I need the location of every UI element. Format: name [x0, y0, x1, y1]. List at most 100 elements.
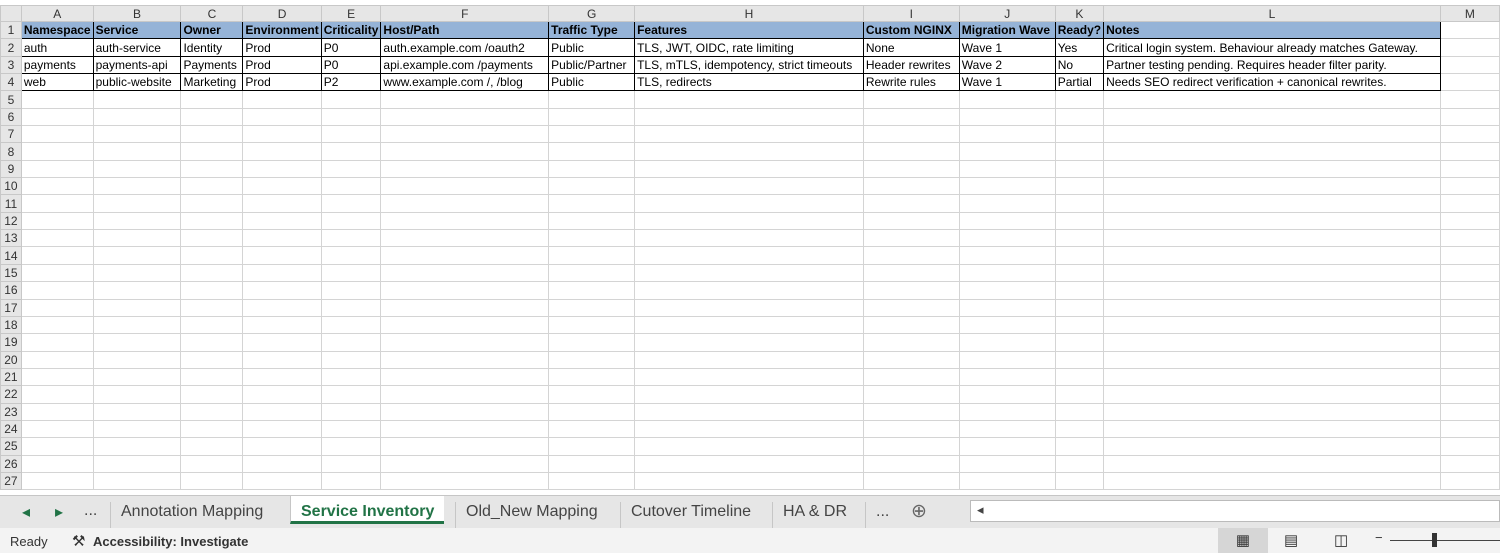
cell[interactable]	[1439, 367, 1500, 387]
row-header[interactable]: 2	[0, 38, 22, 57]
cell[interactable]	[548, 315, 636, 335]
row-header[interactable]: 19	[0, 333, 22, 352]
cell[interactable]	[1103, 194, 1441, 213]
cell[interactable]	[862, 159, 960, 179]
cell[interactable]	[862, 263, 960, 283]
cell[interactable]	[1054, 159, 1105, 179]
cell[interactable]	[1439, 437, 1500, 456]
cell[interactable]	[862, 90, 960, 109]
cell[interactable]	[320, 385, 382, 404]
normal-view-icon[interactable]: ▦	[1218, 528, 1268, 553]
cell[interactable]	[242, 90, 322, 109]
cell[interactable]	[20, 107, 94, 127]
page-layout-view-icon[interactable]: ▤	[1284, 531, 1298, 549]
row-header[interactable]: 3	[0, 55, 22, 75]
cell[interactable]	[1103, 471, 1441, 491]
cell[interactable]	[1439, 125, 1500, 144]
cell[interactable]	[1054, 194, 1105, 213]
cell[interactable]	[958, 281, 1056, 300]
cell[interactable]	[1054, 419, 1105, 439]
column-header-F[interactable]: F	[380, 5, 550, 22]
cell[interactable]	[1054, 315, 1105, 335]
row-header[interactable]: 9	[0, 159, 22, 179]
cell[interactable]	[320, 194, 382, 213]
cell[interactable]	[380, 177, 550, 196]
cell[interactable]	[20, 350, 94, 369]
cell[interactable]	[1054, 229, 1105, 248]
cell[interactable]	[180, 281, 244, 300]
accessibility-status[interactable]: Accessibility: Investigate	[93, 534, 248, 549]
cell[interactable]	[958, 402, 1056, 421]
cell[interactable]	[548, 194, 636, 213]
cell[interactable]	[92, 281, 182, 300]
cell[interactable]	[634, 211, 864, 231]
cell[interactable]	[242, 125, 322, 144]
cell[interactable]	[380, 246, 550, 265]
cell[interactable]	[92, 454, 182, 473]
cell[interactable]	[20, 315, 94, 335]
cell[interactable]: www.example.com /, /blog	[380, 73, 550, 92]
cell[interactable]	[242, 177, 322, 196]
cell[interactable]	[180, 471, 244, 491]
cell[interactable]	[180, 315, 244, 335]
row-header[interactable]: 11	[0, 194, 22, 213]
scroll-arrow-left-icon[interactable]: ◂	[977, 502, 984, 518]
column-header-A[interactable]: A	[20, 5, 94, 22]
cell[interactable]: Criticality	[320, 20, 382, 40]
cell[interactable]	[862, 229, 960, 248]
cell[interactable]	[634, 471, 864, 491]
cell[interactable]	[242, 246, 322, 265]
cell[interactable]	[92, 229, 182, 248]
column-header-I[interactable]: I	[862, 5, 960, 22]
cell[interactable]	[862, 281, 960, 300]
cell[interactable]	[180, 90, 244, 109]
cell[interactable]: Migration Wave	[958, 20, 1056, 40]
cell[interactable]	[1439, 90, 1500, 109]
cell[interactable]	[1054, 211, 1105, 231]
cell[interactable]	[634, 454, 864, 473]
cell[interactable]	[1103, 367, 1441, 387]
cell[interactable]: Prod	[242, 73, 322, 92]
cell[interactable]	[242, 315, 322, 335]
cell[interactable]	[242, 402, 322, 421]
cell[interactable]	[1439, 454, 1500, 473]
cell[interactable]: Needs SEO redirect verification + canoni…	[1103, 73, 1441, 92]
cell[interactable]	[634, 194, 864, 213]
cell[interactable]: web	[20, 73, 94, 92]
cell[interactable]	[1103, 402, 1441, 421]
cell[interactable]	[320, 159, 382, 179]
cell[interactable]	[634, 142, 864, 161]
cell[interactable]: Header rewrites	[862, 55, 960, 75]
cell[interactable]	[1103, 107, 1441, 127]
cell[interactable]	[380, 471, 550, 491]
cell[interactable]	[1054, 350, 1105, 369]
cell[interactable]	[958, 437, 1056, 456]
cell[interactable]	[1054, 177, 1105, 196]
cell[interactable]	[1054, 142, 1105, 161]
cell[interactable]: Owner	[180, 20, 244, 40]
cell[interactable]	[1439, 246, 1500, 265]
cell[interactable]	[242, 385, 322, 404]
row-header[interactable]: 16	[0, 281, 22, 300]
cell[interactable]	[380, 90, 550, 109]
cell[interactable]	[958, 367, 1056, 387]
cell[interactable]	[20, 229, 94, 248]
cell[interactable]	[20, 159, 94, 179]
cell[interactable]	[958, 229, 1056, 248]
cell[interactable]	[958, 419, 1056, 439]
cell[interactable]	[958, 125, 1056, 144]
cell[interactable]	[548, 350, 636, 369]
cell[interactable]	[92, 125, 182, 144]
cell[interactable]	[320, 246, 382, 265]
column-header-B[interactable]: B	[92, 5, 182, 22]
cell[interactable]	[1103, 315, 1441, 335]
cell[interactable]	[380, 350, 550, 369]
cell[interactable]: TLS, redirects	[634, 73, 864, 92]
cell[interactable]	[180, 402, 244, 421]
cell[interactable]	[958, 454, 1056, 473]
cell[interactable]	[92, 315, 182, 335]
cell[interactable]: TLS, JWT, OIDC, rate limiting	[634, 38, 864, 57]
cell[interactable]	[1439, 471, 1500, 491]
cell[interactable]	[1439, 159, 1500, 179]
add-sheet-icon[interactable]: ⊕	[911, 500, 927, 523]
